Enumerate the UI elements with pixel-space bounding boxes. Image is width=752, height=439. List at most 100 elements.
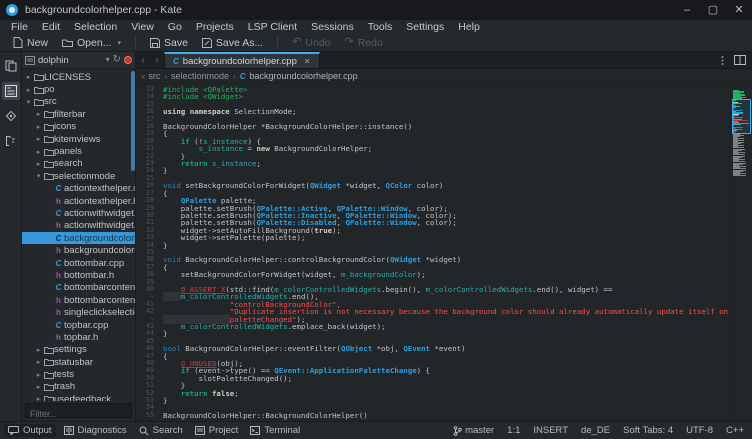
status-tab-width[interactable]: Soft Tabs: 4 [623,425,673,436]
status-syntax-mode[interactable]: C++ [726,425,744,436]
menu-lsp-client[interactable]: LSP Client [241,20,304,34]
expander-icon[interactable]: ▸ [34,371,43,379]
tree-item-selectionmode[interactable]: ▾selectionmode [22,170,135,182]
expander-icon[interactable]: ▸ [34,160,43,168]
tab-forward-icon[interactable]: › [150,52,164,68]
tab-backgroundcolorhelper[interactable]: C backgroundcolorhelper.cpp ✕ [164,52,320,68]
tree-item-kitemviews[interactable]: ▸kitemviews [22,133,135,145]
tree-item-icons[interactable]: ▸icons [22,121,135,133]
tab-back-icon[interactable]: ‹ [136,52,150,68]
save-as-icon [202,38,212,48]
breadcrumb-src[interactable]: src [148,71,160,81]
tree-item-bottombarcontentscont-[interactable]: ·Cbottombarcontentscont... [22,282,135,294]
expander-icon[interactable]: ▸ [34,346,43,354]
tree-item-tests[interactable]: ▸tests [22,368,135,380]
menu-view[interactable]: View [124,20,161,34]
tree-item-bottombarcontentscont-[interactable]: ·hbottombarcontentscont... [22,294,135,306]
tree-item-panels[interactable]: ▸panels [22,145,135,157]
menu-projects[interactable]: Projects [189,20,241,34]
breadcrumb-file[interactable]: backgroundcolorhelper.cpp [250,71,358,81]
project-selector[interactable]: dolphin [38,55,103,66]
expander-icon[interactable]: ▸ [34,358,43,366]
toolview-output-button[interactable]: Output [4,424,56,437]
expander-icon[interactable]: ▾ [34,172,43,180]
split-view-icon[interactable] [734,55,746,65]
document-menu-icon[interactable] [719,55,726,66]
breadcrumb-collapse-icon[interactable]: ‹‹ [141,72,144,81]
expander-icon[interactable]: ▾ [24,98,33,106]
tree-item-bottombar-h[interactable]: ·hbottombar.h [22,269,135,281]
open-button[interactable]: Open... ▾ [57,36,126,50]
tree-item-statusbar[interactable]: ▸statusbar [22,356,135,368]
project-tree-icon[interactable] [2,82,20,100]
tab-label: backgroundcolorhelper.cpp [183,56,297,67]
project-dropdown-icon[interactable]: ▾ [106,55,110,65]
tree-item-settings[interactable]: ▸settings [22,344,135,356]
tree-branch: · [44,322,53,329]
tree-item-po[interactable]: ▸po [22,83,135,95]
tree-item-licenses[interactable]: ▸LICENSES [22,71,135,83]
maximize-icon[interactable]: ▢ [700,0,726,20]
toolview-diagnostics-button[interactable]: Diagnostics [64,425,127,436]
toolview-search-button[interactable]: Search [139,425,183,436]
symbols-icon[interactable] [2,132,20,150]
tree-item-backgroundcolorhelper-c-[interactable]: ·Cbackgroundcolorhelper.c... [22,232,135,244]
status-input-mode[interactable]: INSERT [533,425,568,436]
expander-icon[interactable]: ▸ [34,110,43,118]
refresh-icon[interactable]: ↻ [113,55,121,65]
minimap-viewport[interactable] [732,99,751,135]
tab-close-icon[interactable]: ✕ [304,57,311,66]
breadcrumb-selectionmode[interactable]: selectionmode [171,71,229,81]
code-text[interactable]: #include <QPalette>#include <QWidget>usi… [160,86,730,421]
expander-icon[interactable]: ▸ [24,73,33,81]
menu-go[interactable]: Go [161,20,189,34]
tree-item-trash[interactable]: ▸trash [22,381,135,393]
code-area[interactable]: 1314151617181920212223242526272829303132… [136,84,752,421]
minimize-icon[interactable]: – [674,0,700,20]
tree-item-topbar-h[interactable]: ·htopbar.h [22,331,135,343]
menu-settings[interactable]: Settings [399,20,451,34]
menu-sessions[interactable]: Sessions [304,20,361,34]
git-icon[interactable] [2,107,20,125]
new-button[interactable]: New [8,36,53,50]
status-cursor-position[interactable]: 1:1 [507,425,520,436]
status-dictionary[interactable]: de_DE [581,425,610,436]
tree-item-filterbar[interactable]: ▸filterbar [22,108,135,120]
tree-item-actiontexthelper-cpp[interactable]: ·Cactiontexthelper.cpp [22,183,135,195]
minimap-scrollbar[interactable] [730,86,752,421]
save-button[interactable]: Save [145,36,193,50]
toolview-project-button[interactable]: Project [195,425,239,436]
stop-icon[interactable] [124,56,132,64]
status-encoding[interactable]: UTF-8 [686,425,713,436]
tree-scrollbar[interactable] [131,71,135,171]
menu-tools[interactable]: Tools [361,20,400,34]
status-git-branch[interactable]: master [453,425,494,436]
chevron-right-icon: › [233,72,236,81]
menu-help[interactable]: Help [451,20,487,34]
expander-icon[interactable]: ▸ [34,135,43,143]
tree-item-topbar-cpp[interactable]: ·Ctopbar.cpp [22,319,135,331]
documents-icon[interactable] [2,57,20,75]
expander-icon[interactable]: ▸ [34,383,43,391]
save-as-button[interactable]: Save As... [197,36,268,50]
close-icon[interactable]: ✕ [726,0,752,20]
toolview-terminal-button[interactable]: Terminal [250,425,300,436]
tree-item-singleclickselectionproxy-[interactable]: ·hsingleclickselectionproxy... [22,306,135,318]
filter-input[interactable] [26,408,131,421]
tree-item-userfeedback[interactable]: ▸userfeedback [22,393,135,401]
menu-file[interactable]: File [4,20,35,34]
expander-icon[interactable]: ▸ [34,148,43,156]
tree-item-bottombar-cpp[interactable]: ·Cbottombar.cpp [22,257,135,269]
menu-edit[interactable]: Edit [35,20,67,34]
expander-icon[interactable]: ▸ [34,395,43,401]
tree-item-actiontexthelper-h[interactable]: ·hactiontexthelper.h [22,195,135,207]
tree-item-actionwithwidget-h[interactable]: ·hactionwithwidget.h [22,220,135,232]
expander-icon[interactable]: ▸ [24,86,33,94]
open-dropdown-icon[interactable]: ▾ [117,39,121,47]
tree-item-backgroundcolorhelper-h[interactable]: ·hbackgroundcolorhelper.h [22,244,135,256]
tree-item-actionwithwidget-cpp[interactable]: ·Cactionwithwidget.cpp [22,207,135,219]
tree-item-search[interactable]: ▸search [22,158,135,170]
expander-icon[interactable]: ▸ [34,123,43,131]
tree-item-src[interactable]: ▾src [22,96,135,108]
menu-selection[interactable]: Selection [67,20,124,34]
